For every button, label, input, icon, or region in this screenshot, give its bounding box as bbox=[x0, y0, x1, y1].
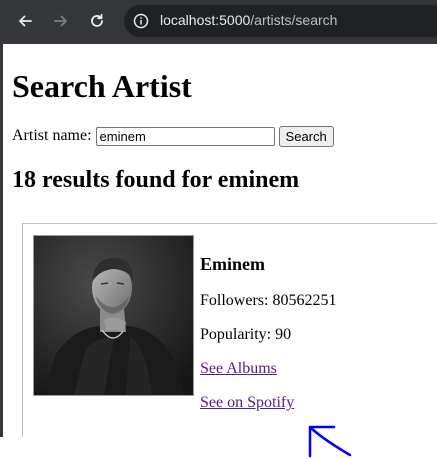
search-button[interactable]: Search bbox=[278, 125, 334, 147]
url-text[interactable]: localhost:5000/artists/search bbox=[160, 12, 337, 28]
info-icon bbox=[133, 13, 149, 29]
forward-button[interactable] bbox=[46, 6, 76, 36]
artist-result-card: Eminem Followers: 80562251 Popularity: 9… bbox=[22, 223, 437, 443]
artist-name-label: Artist name: bbox=[12, 127, 92, 144]
url-host: localhost:5000 bbox=[160, 12, 251, 28]
page-bottom bbox=[0, 437, 437, 459]
window-edge-bottom bbox=[0, 437, 3, 459]
artist-photo-image bbox=[34, 236, 193, 395]
reload-icon bbox=[91, 13, 103, 27]
see-on-spotify-link[interactable]: See on Spotify bbox=[200, 394, 294, 411]
url-path: /artists/search bbox=[250, 12, 338, 28]
results-heading: 18 results found for eminem bbox=[12, 167, 300, 193]
arrow-left-icon bbox=[19, 15, 32, 27]
browser-toolbar: localhost:5000/artists/search bbox=[0, 0, 437, 44]
cursor-arrow-icon bbox=[308, 425, 352, 458]
address-bar[interactable]: localhost:5000/artists/search bbox=[124, 5, 437, 37]
window-edge bbox=[0, 44, 3, 437]
artist-followers: Followers: 80562251 bbox=[200, 292, 337, 309]
search-form: Artist name: Search bbox=[12, 125, 334, 147]
back-button[interactable] bbox=[10, 6, 40, 36]
artist-photo bbox=[33, 235, 194, 396]
artist-popularity: Popularity: 90 bbox=[200, 326, 292, 343]
page-content: Search Artist Artist name: Search 18 res… bbox=[12, 44, 437, 443]
site-info-button[interactable] bbox=[132, 12, 150, 30]
artist-name: Eminem bbox=[200, 254, 265, 274]
reload-button[interactable] bbox=[82, 6, 112, 36]
see-albums-link[interactable]: See Albums bbox=[200, 360, 277, 377]
albums-link-line: See Albums bbox=[200, 360, 277, 378]
artist-name-input[interactable] bbox=[95, 126, 275, 146]
spotify-link-line: See on Spotify bbox=[200, 394, 294, 412]
arrow-right-icon bbox=[54, 15, 67, 27]
page-title: Search Artist bbox=[12, 68, 192, 104]
